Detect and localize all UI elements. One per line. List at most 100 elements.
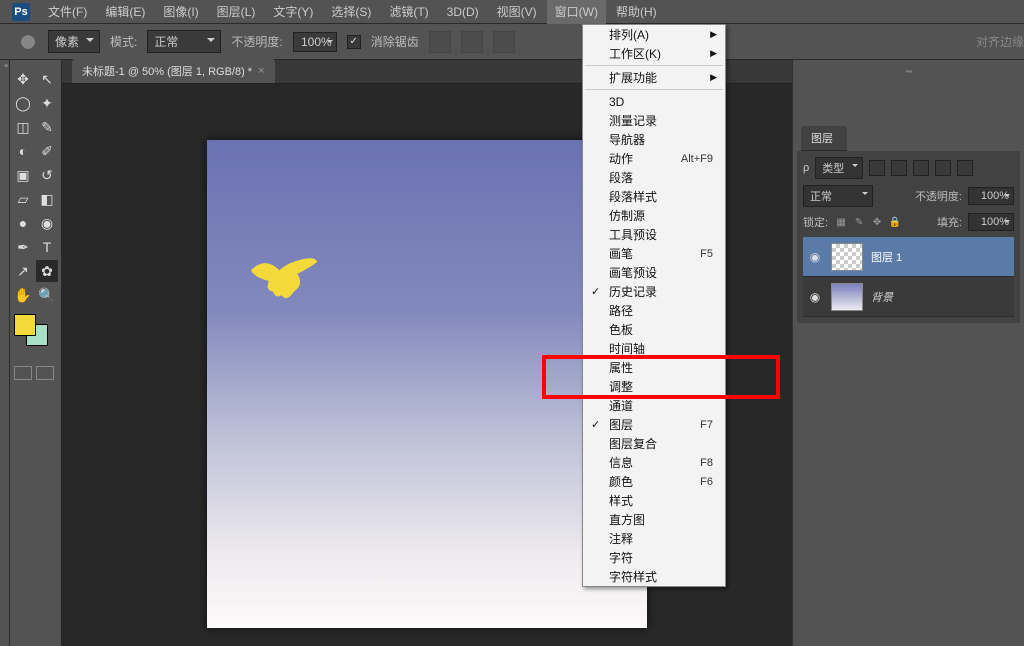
dropdown-item-label: 工具预设 bbox=[609, 226, 657, 243]
dropdown-item[interactable]: ✓图层F7 bbox=[583, 415, 725, 434]
blur-tool[interactable]: ● bbox=[12, 212, 34, 234]
menu-layer[interactable]: 图层(L) bbox=[209, 0, 264, 24]
menu-select[interactable]: 选择(S) bbox=[323, 0, 379, 24]
menu-filter[interactable]: 滤镜(T) bbox=[381, 0, 436, 24]
opacity-input[interactable]: 100% bbox=[293, 32, 337, 52]
pen-tool[interactable]: ✒ bbox=[12, 236, 34, 258]
layer-filter-select[interactable]: 类型 bbox=[815, 157, 863, 179]
dropdown-item[interactable]: 工具预设 bbox=[583, 225, 725, 244]
dropdown-item[interactable]: 注释 bbox=[583, 529, 725, 548]
dropdown-item[interactable]: 导航器 bbox=[583, 130, 725, 149]
layer-blend-select[interactable]: 正常 bbox=[803, 185, 873, 207]
dropdown-item[interactable]: 工作区(K)▶ bbox=[583, 44, 725, 63]
dropdown-item[interactable]: 段落样式 bbox=[583, 187, 725, 206]
dropdown-item[interactable]: 属性 bbox=[583, 358, 725, 377]
shape-tool[interactable]: ✿ bbox=[36, 260, 58, 282]
menu-window[interactable]: 窗口(W) bbox=[547, 0, 606, 24]
dropdown-item[interactable]: 扩展功能▶ bbox=[583, 68, 725, 87]
left-collapse-strip[interactable] bbox=[0, 60, 10, 646]
filter-pixel-icon[interactable] bbox=[869, 160, 885, 176]
dropdown-item[interactable]: 动作Alt+F9 bbox=[583, 149, 725, 168]
hand-tool[interactable]: ✋ bbox=[12, 284, 34, 306]
pathop-1-button[interactable] bbox=[429, 31, 451, 53]
pathop-3-button[interactable] bbox=[493, 31, 515, 53]
menu-image[interactable]: 图像(I) bbox=[155, 0, 206, 24]
dropdown-item-label: 工作区(K) bbox=[609, 45, 661, 62]
lock-position-icon[interactable]: ✎ bbox=[852, 215, 866, 229]
dropdown-item[interactable]: 测量记录 bbox=[583, 111, 725, 130]
lock-pixels-icon[interactable]: ▦ bbox=[834, 215, 848, 229]
dropdown-item[interactable]: 字符样式 bbox=[583, 567, 725, 586]
stamp-tool[interactable]: ▣ bbox=[12, 164, 34, 186]
dodge-tool[interactable]: ◉ bbox=[36, 212, 58, 234]
dropdown-item[interactable]: 直方图 bbox=[583, 510, 725, 529]
dropdown-item[interactable]: 颜色F6 bbox=[583, 472, 725, 491]
dropdown-item[interactable]: 画笔预设 bbox=[583, 263, 725, 282]
zoom-tool[interactable]: 🔍 bbox=[36, 284, 58, 306]
move-tool[interactable]: ✥ bbox=[12, 68, 34, 90]
layers-tab[interactable]: 图层 bbox=[801, 126, 847, 151]
dropdown-item[interactable]: 画笔F5 bbox=[583, 244, 725, 263]
dropdown-item[interactable]: 信息F8 bbox=[583, 453, 725, 472]
menu-help[interactable]: 帮助(H) bbox=[608, 0, 665, 24]
dropdown-item[interactable]: 路径 bbox=[583, 301, 725, 320]
layers-panel-body: ρ 类型 正常 不透明度: 100% 锁定: ▦ ✎ ✥ bbox=[797, 151, 1020, 323]
wand-tool[interactable]: ✦ bbox=[36, 92, 58, 114]
antialias-checkbox[interactable]: ✓ bbox=[347, 35, 361, 49]
heal-tool[interactable]: ◐ bbox=[12, 140, 34, 162]
filter-adjust-icon[interactable] bbox=[891, 160, 907, 176]
foreground-swatch[interactable] bbox=[14, 314, 36, 336]
dropdown-item[interactable]: 3D bbox=[583, 92, 725, 111]
quickmask-icon[interactable] bbox=[14, 366, 32, 380]
fill-input[interactable]: 100% bbox=[968, 213, 1014, 231]
dropdown-item[interactable]: 排列(A)▶ bbox=[583, 25, 725, 44]
select-tool[interactable]: ↖ bbox=[36, 68, 58, 90]
dropdown-item[interactable]: 时间轴 bbox=[583, 339, 725, 358]
layer-row[interactable]: ◉ 图层 1 bbox=[803, 237, 1014, 277]
history-brush-tool[interactable]: ↺ bbox=[36, 164, 58, 186]
layer-row[interactable]: ◉ 背景 bbox=[803, 277, 1014, 317]
menu-file[interactable]: 文件(F) bbox=[40, 0, 95, 24]
crop-tool[interactable]: ◫ bbox=[12, 116, 34, 138]
filter-shape-icon[interactable] bbox=[935, 160, 951, 176]
dropdown-item[interactable]: 调整 bbox=[583, 377, 725, 396]
dropdown-item[interactable]: ✓历史记录 bbox=[583, 282, 725, 301]
lock-all-icon[interactable]: 🔒 bbox=[888, 215, 902, 229]
eraser-tool[interactable]: ▱ bbox=[12, 188, 34, 210]
dropdown-item[interactable]: 样式 bbox=[583, 491, 725, 510]
fill-mode-select[interactable]: 像素 bbox=[48, 30, 100, 53]
document-tab[interactable]: 未标题-1 @ 50% (图层 1, RGB/8) * × bbox=[72, 59, 275, 83]
blend-mode-select[interactable]: 正常 bbox=[147, 30, 221, 53]
gradient-tool[interactable]: ◧ bbox=[36, 188, 58, 210]
color-swatches[interactable] bbox=[12, 314, 56, 354]
menu-edit[interactable]: 编辑(E) bbox=[97, 0, 153, 24]
dropdown-item[interactable]: 色板 bbox=[583, 320, 725, 339]
lock-move-icon[interactable]: ✥ bbox=[870, 215, 884, 229]
layer-name[interactable]: 背景 bbox=[871, 289, 893, 305]
brush-tool[interactable]: ✐ bbox=[36, 140, 58, 162]
menu-type[interactable]: 文字(Y) bbox=[265, 0, 321, 24]
filter-smart-icon[interactable] bbox=[957, 160, 973, 176]
pathop-2-button[interactable] bbox=[461, 31, 483, 53]
app-logo-icon: Ps bbox=[12, 3, 30, 21]
type-tool[interactable]: T bbox=[36, 236, 58, 258]
menu-3d[interactable]: 3D(D) bbox=[439, 1, 487, 23]
menubar: Ps 文件(F) 编辑(E) 图像(I) 图层(L) 文字(Y) 选择(S) 滤… bbox=[0, 0, 1024, 24]
eyedrop-tool[interactable]: ✎ bbox=[36, 116, 58, 138]
screenmode-icon[interactable] bbox=[36, 366, 54, 380]
eye-icon[interactable]: ◉ bbox=[807, 290, 823, 304]
dropdown-item[interactable]: 图层复合 bbox=[583, 434, 725, 453]
dropdown-item[interactable]: 仿制源 bbox=[583, 206, 725, 225]
layer-opacity-input[interactable]: 100% bbox=[968, 187, 1014, 205]
dropdown-item[interactable]: 段落 bbox=[583, 168, 725, 187]
layer-name[interactable]: 图层 1 bbox=[871, 249, 902, 265]
path-select-tool[interactable]: ↗ bbox=[12, 260, 34, 282]
filter-type-icon[interactable] bbox=[913, 160, 929, 176]
lasso-tool[interactable]: ◯ bbox=[12, 92, 34, 114]
panel-collapse-grip[interactable] bbox=[793, 68, 1024, 78]
close-tab-icon[interactable]: × bbox=[258, 65, 264, 77]
dropdown-item[interactable]: 通道 bbox=[583, 396, 725, 415]
menu-view[interactable]: 视图(V) bbox=[489, 0, 545, 24]
eye-icon[interactable]: ◉ bbox=[807, 250, 823, 264]
dropdown-item[interactable]: 字符 bbox=[583, 548, 725, 567]
